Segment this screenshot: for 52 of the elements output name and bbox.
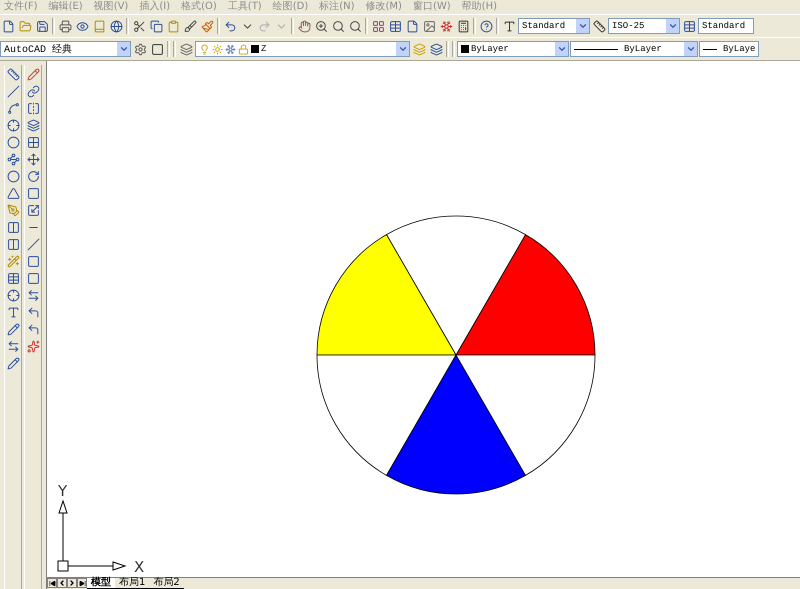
combo-value: ByLayer [624, 44, 662, 54]
text-style-combo[interactable]: Standard [518, 18, 590, 34]
center-mark-icon[interactable] [5, 287, 21, 304]
array-icon[interactable] [25, 134, 41, 151]
y-axis-label: Y [58, 482, 68, 500]
snowflake-icon [225, 44, 236, 54]
linetype-combo[interactable]: ByLayer [570, 41, 698, 57]
line-sample [574, 48, 618, 50]
combo-value: ByLaye [723, 44, 756, 54]
line-sample [703, 48, 717, 50]
layout-tab[interactable]: 布局2 [149, 578, 184, 589]
lineweight-combo[interactable]: ByLaye [699, 41, 759, 57]
table-style-combo[interactable]: Standard [698, 18, 754, 34]
ucs-origin-marker [58, 560, 68, 572]
x-axis-label: X [134, 558, 144, 576]
last-tab-button[interactable] [77, 578, 87, 588]
help-icon[interactable] [478, 18, 494, 34]
combo-value: AutoCAD 经典 [3, 42, 74, 56]
combo-value: Standard [701, 21, 746, 31]
layers-icon[interactable] [178, 40, 194, 58]
next-tab-button[interactable] [67, 578, 77, 588]
layout-tab[interactable]: 布局1 [115, 578, 150, 589]
previous-tab-button[interactable] [57, 578, 67, 588]
color-swatch [461, 45, 469, 53]
chevron-right-icon [68, 579, 76, 587]
combo-value: ISO-25 [611, 21, 646, 31]
skip-back-icon [48, 580, 56, 586]
lock-icon [238, 44, 249, 54]
printer-icon[interactable] [57, 18, 73, 34]
skip-forward-icon [78, 580, 86, 586]
combo-value: Z [261, 44, 266, 54]
erase-icon[interactable] [25, 66, 41, 83]
pan-icon[interactable] [296, 18, 312, 34]
color-combo[interactable]: ByLayer [457, 41, 569, 57]
globe-icon[interactable] [108, 18, 124, 34]
first-tab-button[interactable] [47, 578, 57, 588]
move-icon[interactable] [25, 151, 41, 168]
gear-icon[interactable] [132, 40, 148, 58]
rotate-icon[interactable] [25, 168, 41, 185]
combo-value: Standard [521, 21, 566, 31]
chevron-left-icon [58, 579, 66, 587]
color-swatch [251, 45, 259, 53]
layout-tab[interactable]: 模型 [87, 578, 115, 589]
brush-icon[interactable] [182, 18, 198, 34]
x-axis-arrow [68, 561, 127, 571]
y-axis-arrow [58, 499, 68, 562]
workspace-combo[interactable]: AutoCAD 经典 [0, 41, 131, 57]
layer-combo[interactable]: Z [195, 41, 410, 57]
sun-icon [212, 44, 223, 54]
dimension-style-combo[interactable]: ISO-25 [608, 18, 680, 34]
combo-value: ByLayer [471, 44, 509, 54]
lightbulb-icon [199, 44, 210, 54]
